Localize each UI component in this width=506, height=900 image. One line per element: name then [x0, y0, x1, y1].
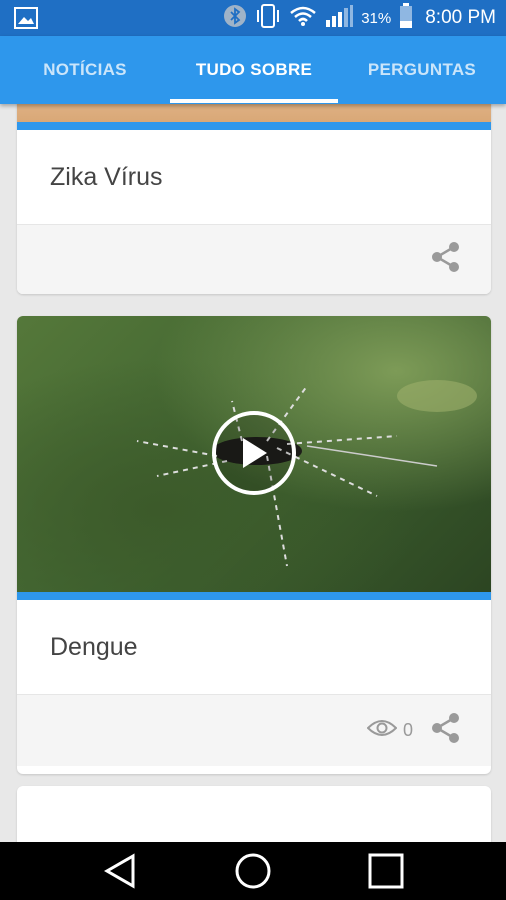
recents-icon[interactable]: [346, 842, 426, 900]
back-icon[interactable]: [80, 842, 160, 900]
navigation-bar: [0, 842, 506, 900]
views-counter: 0: [366, 718, 413, 743]
home-icon[interactable]: [213, 842, 293, 900]
battery-percent: 31%: [361, 9, 392, 27]
share-icon[interactable]: [431, 712, 461, 749]
video-thumbnail[interactable]: [17, 316, 491, 592]
play-button[interactable]: [212, 411, 296, 495]
wifi-icon: [289, 5, 317, 32]
content-list[interactable]: Zika Vírus Dengue 0: [0, 104, 506, 842]
card-title: Zika Vírus: [50, 162, 163, 191]
card-footer: [17, 224, 491, 294]
card-image: [17, 104, 491, 122]
signal-icon: [325, 4, 354, 33]
views-count: 0: [402, 720, 413, 740]
article-card[interactable]: [17, 786, 491, 842]
battery-icon: [399, 2, 413, 34]
tab-noticias[interactable]: NOTÍCIAS: [0, 36, 170, 104]
video-card[interactable]: Dengue 0: [17, 316, 491, 774]
bluetooth-icon: [223, 4, 247, 33]
card-footer: 0: [17, 694, 491, 766]
share-icon[interactable]: [431, 241, 461, 278]
clock: 8:00 PM: [425, 7, 496, 28]
status-bar: 31% 8:00 PM: [0, 0, 506, 36]
vibrate-icon: [255, 2, 281, 35]
tab-bar: NOTÍCIAS TUDO SOBRE PERGUNTAS: [0, 36, 506, 104]
tab-indicator: [170, 99, 338, 103]
tab-perguntas[interactable]: PERGUNTAS: [338, 36, 506, 104]
card-title: Dengue: [50, 632, 138, 661]
card-accent: [17, 122, 491, 130]
article-card[interactable]: Zika Vírus: [17, 104, 491, 294]
tab-tudo-sobre[interactable]: TUDO SOBRE: [170, 36, 338, 104]
image-icon: [14, 7, 38, 34]
eye-icon: [366, 718, 398, 743]
card-accent: [17, 592, 491, 600]
